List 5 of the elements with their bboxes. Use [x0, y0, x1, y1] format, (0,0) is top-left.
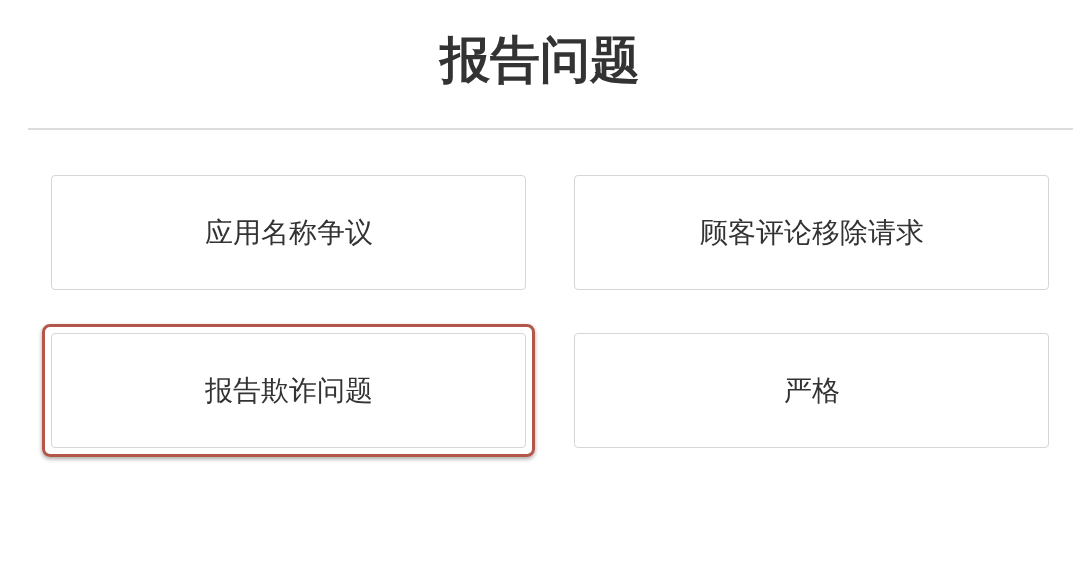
option-button[interactable]: 顾客评论移除请求 [574, 175, 1049, 290]
option-button[interactable]: 应用名称争议 [51, 175, 526, 290]
option-button[interactable]: 严格 [574, 333, 1049, 448]
page-title: 报告问题 [438, 30, 641, 91]
option-button[interactable]: 报告欺诈问题 [51, 333, 526, 448]
